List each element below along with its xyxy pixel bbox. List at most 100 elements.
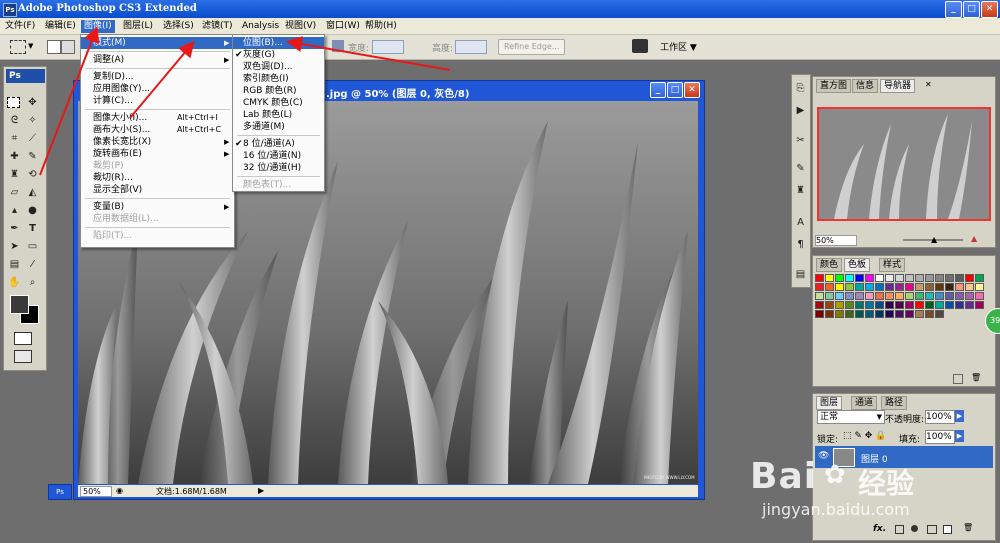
mode-menu-item[interactable]: 索引颜色(I) — [233, 73, 324, 85]
color-swatch[interactable] — [865, 310, 874, 318]
clone-stamp-icon[interactable]: ♜ — [7, 167, 22, 182]
image-menu-item[interactable]: 画布大小(S)... Alt+Ctrl+C — [81, 124, 234, 136]
fill-input[interactable]: 100% — [925, 430, 955, 444]
color-swatch[interactable] — [885, 274, 894, 282]
color-swatch[interactable] — [905, 292, 914, 300]
foreground-color-swatch[interactable] — [10, 295, 29, 314]
dodge-tool-icon[interactable]: ● — [25, 203, 40, 218]
notes-tool-icon[interactable]: ▤ — [7, 257, 22, 272]
close-button[interactable]: ✕ — [981, 1, 998, 18]
color-swatch[interactable] — [815, 301, 824, 309]
color-swatch[interactable] — [815, 283, 824, 291]
menu-edit[interactable]: 编辑(E) — [42, 20, 79, 33]
color-swatch[interactable] — [845, 310, 854, 318]
image-menu-item[interactable]: 计算(C)... — [81, 95, 234, 107]
mode-menu-item[interactable]: 多通道(M) — [233, 121, 324, 133]
color-swatch[interactable] — [815, 274, 824, 282]
mode-menu-item[interactable]: 位图(B)... — [233, 37, 324, 49]
marquee-tool-preset-icon[interactable] — [10, 40, 26, 54]
color-swatch[interactable] — [875, 310, 884, 318]
tab-navigator[interactable]: 导航器 — [880, 79, 916, 93]
color-swatch[interactable] — [875, 274, 884, 282]
mode-menu-item[interactable]: 32 位/通道(H) — [233, 162, 324, 174]
status-menu-icon[interactable]: ◉ — [116, 486, 123, 495]
eraser-icon[interactable]: ▱ — [7, 185, 22, 200]
add-selection-icon[interactable] — [61, 40, 75, 54]
menu-file[interactable]: 文件(F) — [2, 20, 38, 33]
mode-menu-item[interactable]: 双色调(D)... — [233, 61, 324, 73]
color-swatch[interactable] — [825, 283, 834, 291]
image-menu-item[interactable]: 裁切(R)... — [81, 172, 234, 184]
color-swatch[interactable] — [975, 274, 984, 282]
doc-close-button[interactable]: ✕ — [684, 82, 700, 98]
color-swatch[interactable] — [845, 283, 854, 291]
layer-comps-icon[interactable]: ▤ — [793, 267, 808, 282]
color-swatch[interactable] — [855, 292, 864, 300]
color-swatch[interactable] — [835, 310, 844, 318]
color-swatch[interactable] — [845, 292, 854, 300]
color-swatch[interactable] — [925, 310, 934, 318]
lasso-tool-icon[interactable]: ᘓ — [7, 113, 22, 128]
color-swatch[interactable] — [955, 292, 964, 300]
color-swatch[interactable] — [935, 310, 944, 318]
menu-image[interactable]: 图像(I) — [81, 20, 115, 33]
color-swatch[interactable] — [855, 301, 864, 309]
tab-swatches[interactable]: 色板 — [844, 258, 871, 272]
color-swatch[interactable] — [955, 283, 964, 291]
workspace-button[interactable]: 工作区 ▼ — [660, 40, 697, 53]
navigator-preview[interactable] — [817, 107, 991, 221]
image-menu-item[interactable]: 复制(D)... — [81, 71, 234, 83]
color-swatch[interactable] — [895, 310, 904, 318]
maximize-button[interactable]: □ — [963, 1, 980, 18]
mode-menu-item[interactable]: RGB 颜色(R) — [233, 85, 324, 97]
color-swatch[interactable] — [925, 283, 934, 291]
menu-analysis[interactable]: Analysis — [239, 20, 282, 33]
image-menu-item[interactable]: 调整(A) ▶ — [81, 54, 234, 66]
color-swatch[interactable] — [965, 283, 974, 291]
tab-paths[interactable]: 路径 — [881, 396, 908, 410]
tab-histogram[interactable]: 直方图 — [816, 79, 852, 93]
actions-panel-icon[interactable]: ▶ — [793, 103, 808, 118]
color-swatch[interactable] — [965, 274, 974, 282]
color-swatch[interactable] — [965, 301, 974, 309]
blur-tool-icon[interactable]: ▴ — [7, 203, 22, 218]
tool-presets-icon[interactable]: ✂ — [793, 133, 808, 148]
color-swatch[interactable] — [875, 283, 884, 291]
slice-tool-icon[interactable]: ⟋ — [25, 131, 40, 146]
history-brush-icon[interactable]: ⟲ — [25, 167, 40, 182]
zoom-in-icon[interactable]: ▲ — [971, 234, 977, 243]
paragraph-panel-icon[interactable]: ¶ — [793, 237, 808, 252]
image-menu-item[interactable]: 变量(B) ▶ — [81, 201, 234, 213]
color-swatch[interactable] — [935, 292, 944, 300]
color-swatch[interactable] — [825, 292, 834, 300]
brushes-panel-icon[interactable]: ✎ — [793, 161, 808, 176]
color-swatch[interactable] — [845, 274, 854, 282]
color-swatch[interactable] — [955, 301, 964, 309]
refine-edge-button[interactable]: Refine Edge... — [498, 39, 566, 55]
quick-mask-icon[interactable] — [14, 332, 32, 345]
mode-menu-item[interactable]: Lab 颜色(L) — [233, 109, 324, 121]
swatch-grid[interactable] — [815, 274, 984, 330]
color-swatch[interactable] — [925, 274, 934, 282]
healing-brush-icon[interactable]: ✚ — [7, 149, 22, 164]
blend-mode-select[interactable]: 正常 ▼ — [817, 410, 885, 424]
color-swatch[interactable] — [895, 274, 904, 282]
mode-menu-item[interactable]: 16 位/通道(N) — [233, 150, 324, 162]
hand-tool-icon[interactable]: ✋ — [7, 275, 22, 290]
character-panel-icon[interactable]: A — [793, 215, 808, 230]
width-input[interactable] — [372, 40, 404, 54]
color-swatch[interactable] — [975, 301, 984, 309]
color-swatch[interactable] — [905, 283, 914, 291]
menu-select[interactable]: 选择(S) — [160, 20, 197, 33]
slider-thumb-icon[interactable]: ▲ — [931, 235, 937, 244]
menu-help[interactable]: 帮助(H) — [362, 20, 400, 33]
image-menu-item[interactable]: 模式(M) ▶ — [81, 37, 234, 49]
magic-wand-icon[interactable]: ✧ — [25, 113, 40, 128]
fill-slider-button[interactable]: ▶ — [955, 430, 964, 442]
color-swatch[interactable] — [915, 301, 924, 309]
color-swatch[interactable] — [835, 292, 844, 300]
color-swatch[interactable] — [835, 301, 844, 309]
color-swatch[interactable] — [885, 292, 894, 300]
color-swatch[interactable] — [825, 310, 834, 318]
clone-source-icon[interactable]: ♜ — [793, 183, 808, 198]
